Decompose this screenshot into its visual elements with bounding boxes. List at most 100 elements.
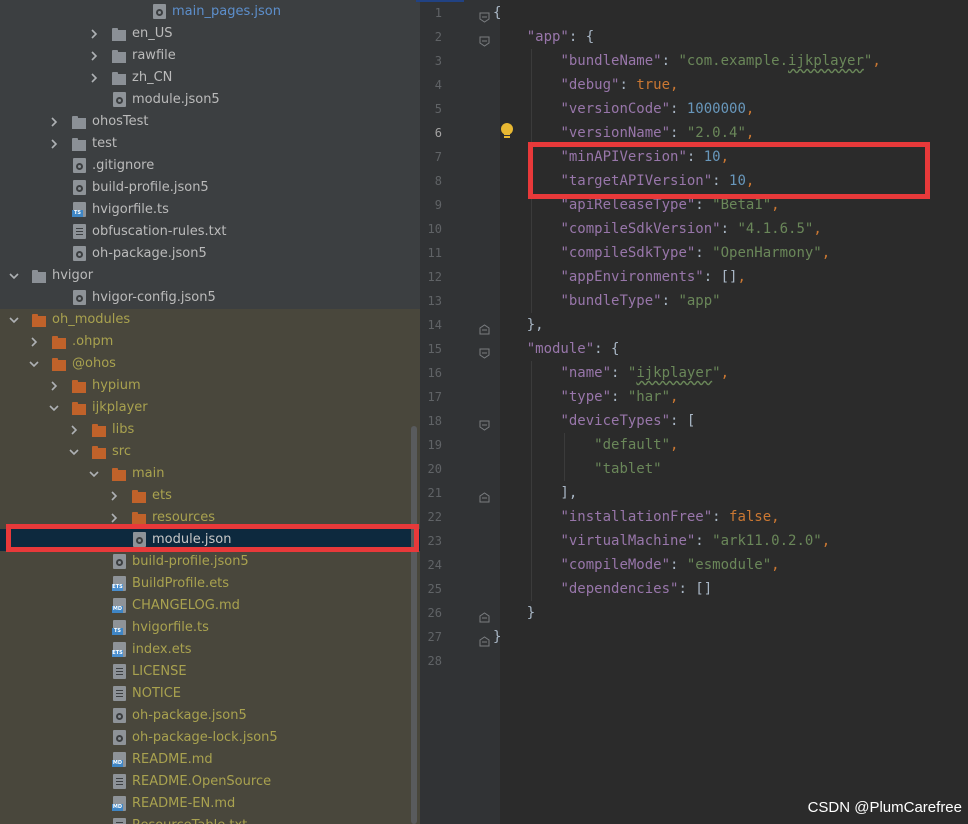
chevron-right-icon[interactable]: [68, 419, 80, 441]
chevron-right-icon[interactable]: [88, 67, 100, 89]
tree-file-row[interactable]: build-profile.json5: [0, 551, 420, 573]
tree-file-row[interactable]: oh-package.json5: [0, 243, 420, 265]
fold-collapse-icon[interactable]: [479, 416, 490, 431]
tree-file-row[interactable]: TS hvigorfile.ts: [0, 617, 420, 639]
fold-end-icon[interactable]: [479, 632, 490, 647]
tree-folder-row[interactable]: @ohos: [0, 353, 420, 375]
code-line[interactable]: "type": "har",: [493, 385, 678, 409]
code-line[interactable]: "targetAPIVersion": 10,: [493, 169, 754, 193]
tree-folder-row[interactable]: hvigor: [0, 265, 420, 287]
tree-file-row[interactable]: obfuscation-rules.txt: [0, 221, 420, 243]
tree-folder-row[interactable]: libs: [0, 419, 420, 441]
tree-folder-row[interactable]: ijkplayer: [0, 397, 420, 419]
tree-folder-row[interactable]: test: [0, 133, 420, 155]
tree-file-row[interactable]: MD CHANGELOG.md: [0, 595, 420, 617]
fold-collapse-icon[interactable]: [479, 8, 490, 23]
tree-folder-row[interactable]: .ohpm: [0, 331, 420, 353]
tree-file-row[interactable]: module.json5: [0, 89, 420, 111]
code-line[interactable]: "compileSdkType": "OpenHarmony",: [493, 241, 830, 265]
tree-folder-row[interactable]: hypium: [0, 375, 420, 397]
code-area[interactable]: { "app": { "bundleName": "com.example.ij…: [493, 0, 968, 824]
fold-end-icon[interactable]: [479, 488, 490, 503]
tree-file-row[interactable]: MD README-EN.md: [0, 793, 420, 815]
code-line[interactable]: "compileMode": "esmodule",: [493, 553, 779, 577]
tree-file-row[interactable]: main_pages.json: [0, 1, 420, 23]
tree-file-row[interactable]: README.OpenSource: [0, 771, 420, 793]
code-line[interactable]: "tablet": [493, 457, 661, 481]
code-line[interactable]: "default",: [493, 433, 678, 457]
tree-folder-row[interactable]: oh_modules: [0, 309, 420, 331]
code-token: ,: [720, 149, 730, 165]
tree-folder-row[interactable]: ohosTest: [0, 111, 420, 133]
tree-file-row[interactable]: LICENSE: [0, 661, 420, 683]
chevron-right-icon[interactable]: [48, 375, 60, 397]
tree-item-label: hvigorfile.ts: [132, 620, 209, 635]
chevron-down-icon[interactable]: [28, 353, 40, 375]
tree-file-row[interactable]: TS hvigorfile.ts: [0, 199, 420, 221]
code-line[interactable]: "bundleType": "app": [493, 289, 720, 313]
chevron-right-icon[interactable]: [48, 133, 60, 155]
code-line[interactable]: "app": {: [493, 25, 594, 49]
tree-folder-row[interactable]: main: [0, 463, 420, 485]
code-token: :: [670, 101, 687, 117]
chevron-down-icon[interactable]: [8, 265, 20, 287]
chevron-right-icon[interactable]: [108, 507, 120, 529]
code-line[interactable]: "versionName": "2.0.4",: [493, 121, 754, 145]
tree-file-row[interactable]: build-profile.json5: [0, 177, 420, 199]
chevron-down-icon[interactable]: [88, 463, 100, 485]
tree-file-row[interactable]: module.json: [0, 529, 420, 551]
tree-folder-row[interactable]: ets: [0, 485, 420, 507]
chevron-down-icon[interactable]: [8, 309, 20, 331]
tree-file-row[interactable]: ResourceTable.txt: [0, 815, 420, 824]
code-line[interactable]: }: [493, 601, 535, 625]
tree-file-row[interactable]: oh-package-lock.json5: [0, 727, 420, 749]
tree-folder-row[interactable]: resources: [0, 507, 420, 529]
tree-file-row[interactable]: MD README.md: [0, 749, 420, 771]
code-line[interactable]: "dependencies": []: [493, 577, 712, 601]
code-line[interactable]: "bundleName": "com.example.ijkplayer",: [493, 49, 881, 73]
tree-file-row[interactable]: ETS index.ets: [0, 639, 420, 661]
code-line[interactable]: "name": "ijkplayer",: [493, 361, 729, 385]
code-token: "name": [560, 365, 612, 381]
folder-icon: [72, 114, 88, 130]
fold-collapse-icon[interactable]: [479, 32, 490, 47]
tree-scrollbar[interactable]: [411, 426, 417, 824]
chevron-down-icon[interactable]: [68, 441, 80, 463]
code-line[interactable]: }: [493, 625, 501, 649]
tree-file-row[interactable]: ETS BuildProfile.ets: [0, 573, 420, 595]
code-line[interactable]: {: [493, 1, 501, 25]
tree-folder-row[interactable]: zh_CN: [0, 67, 420, 89]
chevron-right-icon[interactable]: [48, 111, 60, 133]
code-line[interactable]: "installationFree": false,: [493, 505, 779, 529]
chevron-right-icon[interactable]: [88, 45, 100, 67]
fold-end-icon[interactable]: [479, 320, 490, 335]
code-editor[interactable]: 1 2 3 4 5 6 7 8 9 10 11 12 13 14 15 16 17 18 19 20 21 22 23 24 2…: [420, 0, 968, 824]
code-line[interactable]: "minAPIVersion": 10,: [493, 145, 729, 169]
code-token: ,: [872, 53, 881, 69]
code-line[interactable]: "compileSdkVersion": "4.1.6.5",: [493, 217, 821, 241]
chevron-down-icon[interactable]: [48, 397, 60, 419]
code-line[interactable]: "debug": true,: [493, 73, 678, 97]
fold-end-icon[interactable]: [479, 608, 490, 623]
code-line[interactable]: "appEnvironments": [],: [493, 265, 745, 289]
tree-file-row[interactable]: oh-package.json5: [0, 705, 420, 727]
code-line[interactable]: "apiReleaseType": "Beta1",: [493, 193, 779, 217]
tree-file-row[interactable]: hvigor-config.json5: [0, 287, 420, 309]
tree-folder-row[interactable]: src: [0, 441, 420, 463]
lightbulb-icon[interactable]: [500, 122, 514, 140]
code-line[interactable]: ],: [493, 481, 577, 505]
code-line[interactable]: "versionCode": 1000000,: [493, 97, 754, 121]
code-line[interactable]: "virtualMachine": "ark11.0.2.0",: [493, 529, 830, 553]
code-line[interactable]: },: [493, 313, 544, 337]
tree-folder-row[interactable]: rawfile: [0, 45, 420, 67]
chevron-right-icon[interactable]: [88, 23, 100, 45]
fold-collapse-icon[interactable]: [479, 344, 490, 359]
tree-folder-row[interactable]: en_US: [0, 23, 420, 45]
tree-file-row[interactable]: .gitignore: [0, 155, 420, 177]
code-line[interactable]: "deviceTypes": [: [493, 409, 695, 433]
code-line[interactable]: "module": {: [493, 337, 620, 361]
chevron-right-icon[interactable]: [108, 485, 120, 507]
tree-file-row[interactable]: NOTICE: [0, 683, 420, 705]
chevron-right-icon[interactable]: [28, 331, 40, 353]
